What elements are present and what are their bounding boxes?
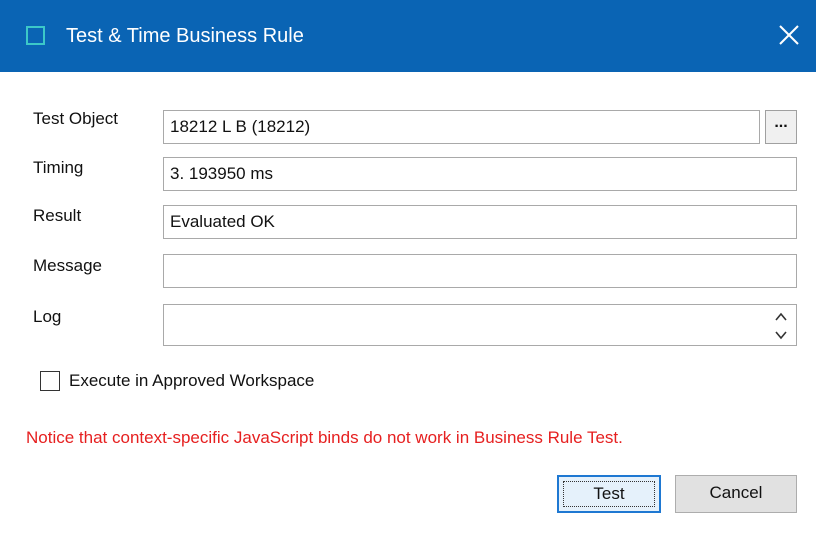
execute-approved-checkbox[interactable] — [40, 371, 60, 391]
timing-label: Timing — [33, 158, 84, 177]
window-title: Test & Time Business Rule — [66, 25, 304, 47]
result-field[interactable]: Evaluated OK — [163, 205, 797, 239]
scroll-down-button[interactable] — [772, 327, 790, 343]
test-object-field[interactable]: 18212 L B (18212) — [163, 110, 760, 144]
app-window-icon — [26, 26, 45, 45]
test-object-label: Test Object — [33, 109, 119, 128]
chevron-down-icon — [775, 331, 787, 340]
title-bar: Test & Time Business Rule — [0, 0, 816, 72]
result-label: Result — [33, 206, 82, 225]
chevron-up-icon — [775, 312, 787, 321]
message-label: Message — [33, 256, 102, 275]
browse-button[interactable]: ... — [765, 110, 797, 144]
log-label: Log — [33, 307, 62, 326]
dialog-window: Test & Time Business Rule Test Object 18… — [0, 0, 816, 533]
cancel-button[interactable]: Cancel — [675, 475, 797, 513]
test-button[interactable]: Test — [557, 475, 661, 513]
message-field[interactable] — [163, 254, 797, 288]
scroll-up-button[interactable] — [772, 309, 790, 325]
close-button[interactable] — [772, 18, 806, 52]
notice-text: Notice that context-specific JavaScript … — [26, 428, 623, 447]
timing-field[interactable]: 3. 193950 ms — [163, 157, 797, 191]
close-icon — [779, 25, 799, 45]
execute-approved-label[interactable]: Execute in Approved Workspace — [69, 369, 314, 393]
log-textarea[interactable] — [163, 304, 797, 346]
test-button-label: Test — [593, 484, 625, 503]
